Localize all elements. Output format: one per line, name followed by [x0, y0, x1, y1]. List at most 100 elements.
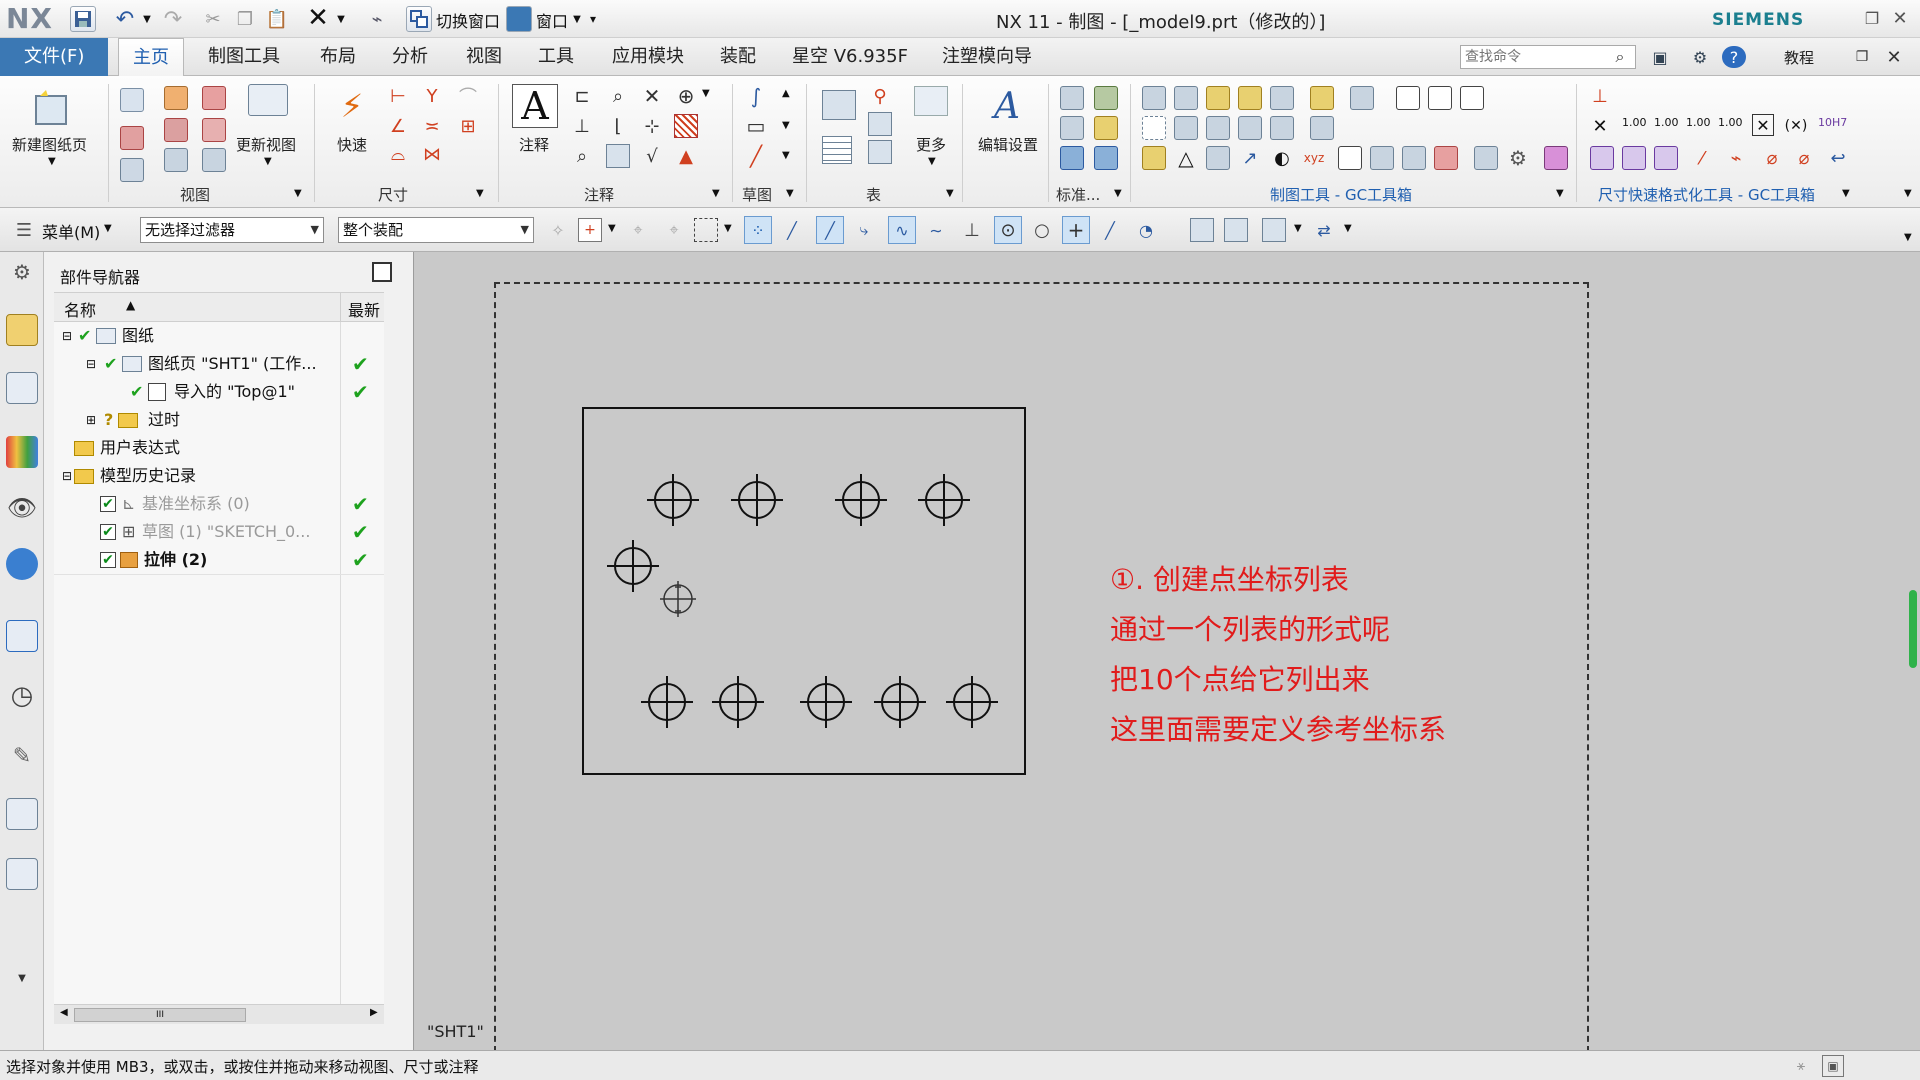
surface-finish-icon[interactable]: √ [640, 144, 664, 168]
angular-dimension-icon[interactable]: ∠ [386, 114, 410, 138]
hatch-icon[interactable] [674, 114, 698, 138]
tab-tools[interactable]: 工具 [524, 38, 588, 76]
roles-icon[interactable]: ✎ [6, 740, 38, 772]
copy-icon[interactable]: ❐ [232, 6, 258, 32]
gc-book-icon[interactable] [1238, 86, 1262, 110]
expand-icon[interactable]: ⊞ [86, 406, 96, 434]
tab-mold-wizard[interactable]: 注塑模向导 [928, 38, 1046, 76]
tab-drafting-tools[interactable]: 制图工具 [194, 38, 294, 76]
dim-align-icon[interactable]: ⊥ [1588, 84, 1612, 108]
weld-symbol-icon[interactable]: ⌊ [606, 114, 630, 138]
scroll-right-icon[interactable]: ▶ [370, 1007, 378, 1018]
group-dimension-dropdown-icon[interactable]: ▼ [476, 188, 484, 199]
gc-edit-icon[interactable] [1434, 146, 1458, 170]
gc-balloon-icon[interactable] [1270, 86, 1294, 110]
rectangle-select-dropdown-icon[interactable]: ▼ [724, 223, 732, 234]
snap-on-curve-icon[interactable]: ╱ [1098, 218, 1122, 242]
horizontal-scrollbar[interactable]: ◀ III ▶ [54, 1004, 384, 1024]
annotation-icon[interactable]: A [512, 84, 558, 128]
arc-length-icon[interactable]: ⌓ [386, 142, 410, 166]
ordinate-dimension-icon[interactable]: ⊞ [456, 114, 480, 138]
constraint-icon[interactable] [1094, 146, 1118, 170]
break-out-section-icon[interactable] [164, 148, 188, 172]
gc-xyz-icon[interactable]: xyz [1302, 146, 1326, 170]
tree-row-datum-csys[interactable]: ✔ ⊾ 基准坐标系 (0) ✔ [54, 490, 378, 518]
hole-table-icon[interactable] [868, 112, 892, 136]
scroll-left-icon[interactable]: ◀ [60, 1007, 68, 1018]
assembly-icon[interactable] [1060, 146, 1084, 170]
fullscreen-icon[interactable]: ▣ [1822, 1055, 1844, 1077]
tab-view[interactable]: 视图 [452, 38, 516, 76]
type-filter-select[interactable]: 无选择过滤器 ▼ [140, 217, 324, 243]
restore-ribbon-icon[interactable]: ❐ [1850, 46, 1874, 68]
switch-window-label[interactable]: 切换窗口 [436, 8, 500, 32]
group-table-dropdown-icon[interactable]: ▼ [946, 188, 954, 199]
select-body-icon[interactable]: ⌖ [662, 218, 686, 242]
dim-diameter2-icon[interactable]: ⌀ [1792, 146, 1816, 170]
tree-row-drawing[interactable]: ⊟ ✔ 图纸 [54, 322, 378, 350]
break-view-icon[interactable] [164, 118, 188, 142]
visibility-checkbox[interactable]: ✔ [100, 524, 116, 540]
linear-dimension-icon[interactable]: ⊢ [386, 84, 410, 108]
projected-view-icon[interactable] [164, 86, 188, 110]
group-sketch-dropdown-icon[interactable]: ▼ [786, 188, 794, 199]
group-drafting-tools-dropdown-icon[interactable]: ▼ [1556, 188, 1564, 199]
tab-analysis[interactable]: 分析 [378, 38, 442, 76]
graphics-window[interactable]: "SHT1" ①. 创建点坐标列表 通过一个列表的形式呢 把10个点给它列出来 … [415, 252, 1920, 1062]
annotation-label[interactable]: 注释 [519, 134, 549, 155]
datum-target-icon[interactable]: ⊥ [570, 114, 594, 138]
process-studio-icon[interactable] [6, 858, 38, 890]
cut-icon[interactable]: ✂ [200, 6, 226, 32]
menu-button[interactable]: 菜单(M) [42, 219, 100, 243]
dim-box-icon[interactable]: ✕ [1752, 114, 1774, 136]
web-browser-icon[interactable] [6, 620, 38, 652]
gc-dim-icon[interactable] [1270, 116, 1294, 140]
reuse-library-tab-icon[interactable] [6, 436, 38, 468]
dim-fit-a-icon[interactable] [1590, 146, 1614, 170]
gc-hole-icon[interactable] [1174, 116, 1198, 140]
eye-icon[interactable]: 👁 [6, 492, 38, 524]
toolbar-options-icon[interactable]: ▼ [1904, 232, 1912, 243]
undo-icon[interactable]: ↶ [112, 6, 138, 32]
collapse-icon[interactable]: ⊟ [86, 350, 96, 378]
more-icon[interactable] [914, 86, 948, 116]
perimeter-dimension-icon[interactable]: ⋈ [420, 142, 444, 166]
view-orient-icon[interactable]: ⇄ [1312, 218, 1336, 242]
edit-settings-icon[interactable]: A [984, 84, 1030, 128]
snap-control-point-icon[interactable]: ⤷ [852, 218, 876, 242]
menu-icon[interactable]: ☰ [12, 218, 36, 242]
undo-dropdown-icon[interactable]: ▼ [140, 8, 154, 30]
gc-sphere-icon[interactable]: ◐ [1270, 146, 1294, 170]
dim-format-4[interactable]: 1.00 [1718, 116, 1743, 129]
info-icon[interactable] [6, 548, 38, 580]
group-dim-format-dropdown-icon[interactable]: ▼ [1842, 188, 1850, 199]
select-feature-icon[interactable]: ✧ [546, 218, 570, 242]
tree-row-imported-view[interactable]: ✔ 导入的 "Top@1" ✔ [54, 378, 378, 406]
ribbon-options-icon[interactable]: ▼ [1904, 188, 1912, 199]
close-window-icon[interactable]: ✕ [1888, 6, 1912, 30]
group-standard-dropdown-icon[interactable]: ▼ [1114, 188, 1122, 199]
update-view-icon[interactable] [248, 84, 288, 116]
feature-control-frame-icon[interactable]: ⊏ [570, 84, 594, 108]
selection-info-icon[interactable]: ⚹ [1790, 1055, 1812, 1077]
gc-frame-icon[interactable] [1396, 86, 1420, 110]
quick-access-customize-icon[interactable]: ▾ [586, 8, 600, 30]
auto-balloon-icon[interactable]: ⚲ [868, 84, 892, 108]
snap-midpoint-icon[interactable]: ╱ [816, 216, 844, 244]
view-orient-dropdown-icon[interactable]: ▼ [1344, 223, 1352, 234]
restore-window-icon[interactable]: ❐ [1860, 6, 1884, 30]
update-view-dropdown-icon[interactable]: ▼ [264, 156, 272, 167]
gear-icon[interactable]: ⚙ [10, 260, 34, 284]
chamfer-dimension-icon[interactable]: ⌒ [456, 84, 480, 108]
view-creation-wizard-icon[interactable] [202, 148, 226, 172]
quick-dimension-icon[interactable]: ⚡ [330, 86, 374, 126]
line-icon[interactable]: ╱ [744, 144, 768, 168]
dim-fit-b-icon[interactable] [1622, 146, 1646, 170]
reuse-library-icon[interactable] [1094, 86, 1118, 110]
base-view-icon[interactable] [120, 88, 144, 112]
dim-paren-icon[interactable]: (✕) [1784, 114, 1808, 138]
detail-view-icon[interactable] [202, 86, 226, 110]
symmetric-centerline-icon[interactable]: ⊹ [640, 114, 664, 138]
fit-view-icon[interactable] [1190, 218, 1214, 242]
gc-list-icon[interactable] [1402, 146, 1426, 170]
